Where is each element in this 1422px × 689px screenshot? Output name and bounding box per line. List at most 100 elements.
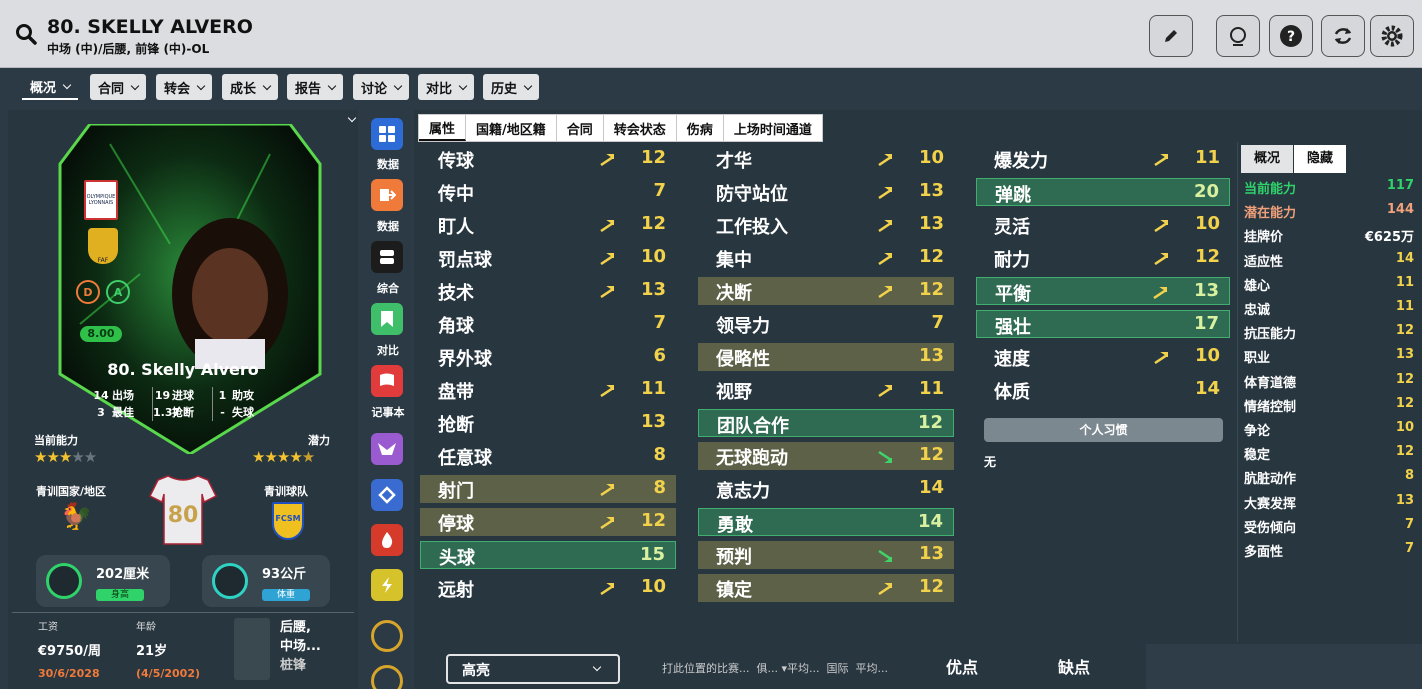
attribute-value: 6	[653, 345, 666, 366]
attribute-row[interactable]: 头球 15	[420, 541, 676, 569]
attribute-name: 停球	[438, 514, 474, 535]
hidden-attr-name: 忠诚	[1244, 303, 1271, 318]
tab-history[interactable]: 历史	[483, 74, 540, 100]
tab-hidden[interactable]: 隐藏	[1294, 145, 1346, 173]
summary-icon[interactable]	[371, 241, 403, 273]
settings-button[interactable]	[1370, 15, 1414, 57]
hidden-attr-name: 大赛发挥	[1244, 496, 1297, 512]
attribute-row[interactable]: 工作投入 13	[698, 211, 954, 239]
attribute-row[interactable]: 停球 12	[420, 508, 676, 536]
attribute-row[interactable]: 盘带 11	[420, 376, 676, 404]
flag-icon[interactable]	[371, 365, 403, 397]
attribute-row[interactable]: 耐力 12	[976, 244, 1230, 272]
attribute-row[interactable]: 速度 10	[976, 343, 1230, 371]
attribute-row[interactable]: 远射 10	[420, 574, 676, 602]
edit-button[interactable]	[1149, 15, 1193, 57]
attribute-row[interactable]: 盯人 12	[420, 211, 676, 239]
attribute-name: 集中	[716, 250, 752, 271]
chevron-down-icon	[592, 662, 602, 672]
attribute-row[interactable]: 弹跳 20	[976, 178, 1230, 206]
attribute-row[interactable]: 体质 14	[976, 376, 1230, 404]
tab-contract[interactable]: 合同	[90, 74, 147, 100]
hidden-attr-name: 多面性	[1244, 545, 1284, 560]
nation-crest: 🐓	[60, 502, 93, 532]
hidden-attr-value: 12	[1395, 323, 1414, 339]
hidden-attr-value: 13	[1395, 492, 1414, 508]
attribute-row[interactable]: 界外球 6	[420, 343, 676, 371]
attribute-value: 13	[640, 411, 666, 432]
attribute-name: 强壮	[995, 317, 1031, 338]
tab-overview-small[interactable]: 概况	[1241, 145, 1293, 173]
tactics-icon[interactable]	[371, 620, 403, 652]
tab-discuss[interactable]: 讨论	[353, 74, 410, 100]
subtab-injuries[interactable]: 伤病	[676, 115, 724, 141]
fire-icon[interactable]	[371, 524, 403, 556]
attribute-row[interactable]: 决断 12	[698, 277, 954, 305]
tab-compare[interactable]: 对比	[418, 74, 475, 100]
tab-reports[interactable]: 报告	[287, 74, 344, 100]
attribute-row[interactable]: 强壮 17	[976, 310, 1230, 338]
attribute-row[interactable]: 团队合作 12	[698, 409, 954, 437]
attribute-row[interactable]: 射门 8	[420, 475, 676, 503]
refresh-button[interactable]	[1321, 15, 1365, 57]
habits-header[interactable]: 个人习惯	[984, 418, 1223, 442]
search-icon[interactable]	[14, 22, 38, 46]
chevron-down-icon	[196, 81, 206, 90]
attribute-row[interactable]: 抢断 13	[420, 409, 676, 437]
stats-icon[interactable]	[371, 118, 403, 150]
collapse-chevron-icon[interactable]	[347, 113, 357, 123]
attribute-row[interactable]: 领导力 7	[698, 310, 954, 338]
attribute-row[interactable]: 预判 13	[698, 541, 954, 569]
export-icon[interactable]	[371, 179, 403, 211]
attribute-row[interactable]: 灵活 10	[976, 211, 1230, 239]
subtab-contract[interactable]: 合同	[556, 115, 604, 141]
attribute-row[interactable]: 传中 7	[420, 178, 676, 206]
attribute-row[interactable]: 爆发力 11	[976, 145, 1230, 173]
attribute-row[interactable]: 防守站位 13	[698, 178, 954, 206]
attribute-row[interactable]: 才华 10	[698, 145, 954, 173]
attribute-value: 12	[918, 246, 944, 267]
highlight-dropdown[interactable]: 高亮	[446, 654, 620, 684]
attribute-row[interactable]: 侵略性 13	[698, 343, 954, 371]
rank-icon[interactable]	[371, 479, 403, 511]
attribute-value: 7	[931, 312, 944, 333]
attribute-row[interactable]: 罚点球 10	[420, 244, 676, 272]
tab-transfer[interactable]: 转会	[156, 74, 213, 100]
contract-expiry: 30/6/2028	[38, 667, 100, 680]
attribute-value: 14	[917, 511, 943, 532]
mask-icon[interactable]	[371, 433, 403, 465]
bookmark-icon[interactable]	[371, 303, 403, 335]
lightning-icon[interactable]	[371, 569, 403, 601]
subtab-transfer-status[interactable]: 转会状态	[603, 115, 677, 141]
attribute-row[interactable]: 意志力 14	[698, 475, 954, 503]
scout-button[interactable]	[1216, 15, 1260, 57]
training-icon[interactable]	[371, 665, 403, 689]
tab-overview[interactable]: 概况	[22, 74, 79, 100]
trend-up-icon	[878, 385, 892, 397]
subtab-playing-time[interactable]: 上场时间通道	[723, 115, 822, 141]
attribute-row[interactable]: 角球 7	[420, 310, 676, 338]
trend-up-icon	[878, 154, 892, 166]
attribute-row[interactable]: 无球跑动 12	[698, 442, 954, 470]
attribute-row[interactable]: 技术 13	[420, 277, 676, 305]
attribute-value: 10	[1194, 213, 1220, 234]
attribute-name: 耐力	[994, 250, 1030, 271]
attribute-value: 10	[640, 576, 666, 597]
card-player-name: 80. Skelly Alvero	[107, 360, 259, 379]
attribute-row[interactable]: 勇敢 14	[698, 508, 954, 536]
attribute-row[interactable]: 传球 12	[420, 145, 676, 173]
attribute-row[interactable]: 任意球 8	[420, 442, 676, 470]
bottom-left-panel: 高亮 打此位置的比赛... 俱... ▾平均... 国际 平均...	[414, 644, 894, 689]
weight-icon	[212, 563, 248, 599]
hidden-attr-name: 争论	[1244, 424, 1271, 439]
subtab-nationality[interactable]: 国籍/地区籍	[466, 115, 557, 141]
attribute-row[interactable]: 平衡 13	[976, 277, 1230, 305]
help-button[interactable]: ?	[1269, 15, 1313, 57]
attribute-row[interactable]: 集中 12	[698, 244, 954, 272]
player-card-panel: OLYMPIQUE LYONNAIS FAF D A 8.00 80. Skel…	[8, 110, 358, 689]
tab-development[interactable]: 成长	[222, 74, 279, 100]
attribute-row[interactable]: 镇定 12	[698, 574, 954, 602]
attribute-row[interactable]: 视野 11	[698, 376, 954, 404]
subtab-attributes[interactable]: 属性	[419, 115, 467, 141]
attribute-name: 盯人	[438, 217, 474, 238]
